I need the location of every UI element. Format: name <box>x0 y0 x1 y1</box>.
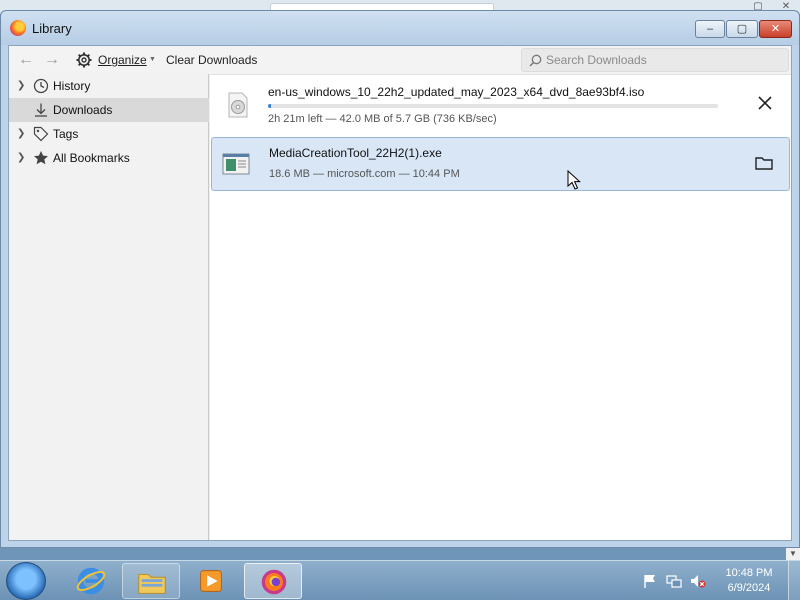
download-filename: en-us_windows_10_22h2_updated_may_2023_x… <box>268 85 645 99</box>
forward-arrow-icon[interactable]: → <box>43 51 61 69</box>
sidebar-item-label: Tags <box>53 127 79 141</box>
file-explorer-icon <box>138 573 166 594</box>
minimize-button[interactable]: – <box>695 20 725 38</box>
exe-file-icon <box>222 153 250 175</box>
download-status: 18.6 MB — microsoft.com — 10:44 PM <box>269 168 460 180</box>
sidebar-item-label: Downloads <box>53 103 113 117</box>
search-box[interactable] <box>521 48 789 72</box>
toolbar: ← → Organize ▼ Clear Downloads <box>9 46 791 74</box>
sidebar: ❯ History Downloads ❯ Tags ❯ All Bookmar… <box>9 74 209 540</box>
show-desktop-button[interactable] <box>788 561 800 600</box>
library-window: Library – ▢ ✕ ← → Organize ▼ Clear Downl… <box>0 10 800 548</box>
start-button[interactable] <box>6 562 46 600</box>
media-player-icon <box>200 570 222 592</box>
chevron-down-icon[interactable]: ▼ <box>149 56 156 63</box>
clock-time: 10:48 PM <box>725 567 773 579</box>
tag-icon <box>33 126 49 142</box>
window-title: Library <box>32 21 72 36</box>
taskbar-file-explorer[interactable] <box>122 563 180 599</box>
download-status: 2h 21m left — 42.0 MB of 5.7 GB (736 KB/… <box>268 113 497 125</box>
download-item[interactable]: MediaCreationTool_22H2(1).exe 18.6 MB — … <box>211 137 790 191</box>
progress-fill <box>268 104 272 108</box>
firefox-icon <box>10 20 26 36</box>
sidebar-item-history[interactable]: ❯ History <box>9 74 209 98</box>
clear-downloads-button[interactable]: Clear Downloads <box>166 51 257 69</box>
cancel-icon[interactable] <box>755 93 775 113</box>
flag-icon[interactable] <box>642 573 658 589</box>
library-client: ← → Organize ▼ Clear Downloads Search Do… <box>8 45 792 541</box>
folder-icon[interactable] <box>754 153 774 173</box>
sidebar-item-label: History <box>53 79 91 93</box>
download-item[interactable]: en-us_windows_10_22h2_updated_may_2023_x… <box>210 77 791 131</box>
search-icon <box>529 54 542 67</box>
expand-chevron-icon[interactable]: ❯ <box>17 80 27 91</box>
sidebar-item-downloads[interactable]: Downloads <box>9 98 209 122</box>
taskbar-media-player[interactable] <box>182 563 240 599</box>
network-icon[interactable] <box>666 573 682 589</box>
taskbar-clock[interactable]: 10:48 PM 6/9/2024 <box>716 566 782 596</box>
internet-explorer-icon <box>76 567 106 595</box>
mouse-cursor-icon <box>567 170 581 190</box>
volume-muted-icon[interactable] <box>690 573 706 589</box>
search-input[interactable] <box>546 52 784 68</box>
back-arrow-icon[interactable]: ← <box>17 51 35 69</box>
disc-file-icon <box>228 92 248 118</box>
organize-button[interactable]: Organize <box>98 51 147 69</box>
taskbar-internet-explorer[interactable] <box>62 563 120 599</box>
title-bar[interactable]: Library – ▢ ✕ <box>1 11 799 45</box>
expand-chevron-icon[interactable]: ❯ <box>17 128 27 139</box>
maximize-button[interactable]: ▢ <box>726 20 758 38</box>
clock-date: 6/9/2024 <box>727 582 771 594</box>
sidebar-item-label: All Bookmarks <box>53 151 130 165</box>
download-icon <box>35 103 47 117</box>
sidebar-item-all-bookmarks[interactable]: ❯ All Bookmarks <box>9 146 209 170</box>
expand-chevron-icon[interactable]: ❯ <box>17 152 27 163</box>
download-filename: MediaCreationTool_22H2(1).exe <box>269 146 442 160</box>
sidebar-item-tags[interactable]: ❯ Tags <box>9 122 209 146</box>
firefox-icon <box>261 569 287 595</box>
gear-icon[interactable] <box>76 52 92 68</box>
download-progress-bar <box>268 104 718 108</box>
taskbar: 10:48 PM 6/9/2024 <box>0 560 800 600</box>
taskbar-firefox[interactable] <box>244 563 302 599</box>
clock-icon <box>33 78 49 94</box>
scroll-arrow-icon[interactable]: ▼ <box>786 548 800 560</box>
downloads-list: en-us_windows_10_22h2_updated_may_2023_x… <box>210 74 791 540</box>
star-icon <box>34 151 48 165</box>
close-button[interactable]: ✕ <box>759 20 792 38</box>
